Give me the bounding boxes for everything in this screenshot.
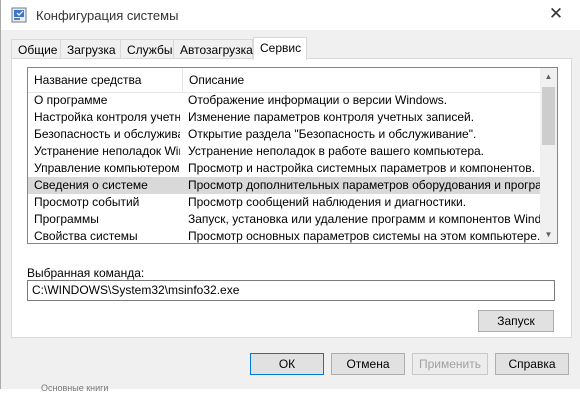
tab-tools[interactable]: Сервис <box>253 37 307 60</box>
tool-description: Устранение неполадок в работе вашего ком… <box>188 144 485 158</box>
column-header-description[interactable]: Описание <box>183 68 540 92</box>
list-item[interactable]: Управление компьютером Просмотр и настро… <box>28 160 540 177</box>
tab-services[interactable]: Службы <box>120 39 174 59</box>
tools-list[interactable]: Название средства Описание О программе О… <box>27 67 558 244</box>
system-configuration-window: Конфигурация системы ✕ Общие Загрузка Сл… <box>0 0 580 393</box>
list-header: Название средства Описание <box>28 68 540 93</box>
window-title: Конфигурация системы <box>36 8 179 23</box>
help-button[interactable]: Справка <box>495 353 569 375</box>
title-bar: Конфигурация системы ✕ <box>1 0 580 30</box>
vertical-scrollbar[interactable]: ▲ ▼ <box>540 68 557 243</box>
tool-description: Просмотр и настройка системных параметро… <box>188 161 535 175</box>
close-icon[interactable]: ✕ <box>545 3 567 25</box>
tool-name: Безопасность и обслуживание <box>34 127 180 141</box>
tool-description: Просмотр основных параметров системы на … <box>188 229 540 243</box>
tool-name: Устранение неполадок Windows <box>34 144 180 158</box>
background-window-text: Основные книги <box>41 383 109 393</box>
tool-description: Отображение информации о версии Windows. <box>188 93 448 107</box>
tool-name: Свойства системы <box>34 229 138 243</box>
scroll-down-arrow-icon[interactable]: ▼ <box>540 226 557 243</box>
tool-name: О программе <box>34 93 108 107</box>
tool-description: Просмотр сообщений наблюдения и диагност… <box>188 195 467 209</box>
tool-name: Настройка контроля учетных записей <box>34 110 180 124</box>
tool-description: Изменение параметров контроля учетных за… <box>188 110 475 124</box>
list-item[interactable]: Настройка контроля учетных записей Измен… <box>28 109 540 126</box>
tab-general[interactable]: Общие <box>11 39 61 59</box>
selected-command-label: Выбранная команда: <box>27 266 145 280</box>
tab-boot[interactable]: Загрузка <box>60 39 121 59</box>
tool-name: Управление компьютером <box>34 161 180 175</box>
tool-name: Программы <box>34 212 99 226</box>
tool-description: Открытие раздела "Безопасность и обслужи… <box>188 127 477 141</box>
list-item[interactable]: Просмотр событий Просмотр сообщений набл… <box>28 194 540 211</box>
tab-strip: Общие Загрузка Службы Автозагрузка Серви… <box>11 37 571 60</box>
selected-command-field[interactable]: C:\WINDOWS\System32\msinfo32.exe <box>27 280 555 301</box>
list-item[interactable]: О программе Отображение информации о вер… <box>28 92 540 109</box>
scroll-up-arrow-icon[interactable]: ▲ <box>540 68 557 85</box>
list-item[interactable]: Безопасность и обслуживание Открытие раз… <box>28 126 540 143</box>
scrollbar-thumb[interactable] <box>542 87 555 145</box>
tool-name: Просмотр событий <box>34 195 140 209</box>
tool-name: Сведения о системе <box>34 178 148 192</box>
list-item[interactable]: Устранение неполадок Windows Устранение … <box>28 143 540 160</box>
ok-button[interactable]: ОК <box>250 353 324 375</box>
tool-description: Просмотр дополнительных параметров обору… <box>188 178 540 192</box>
tool-description: Запуск, установка или удаление программ … <box>188 212 540 226</box>
apply-button[interactable]: Применить <box>412 353 488 375</box>
cancel-button[interactable]: Отмена <box>331 353 405 375</box>
tab-startup[interactable]: Автозагрузка <box>173 39 253 59</box>
msconfig-app-icon <box>11 7 27 23</box>
list-item-selected[interactable]: Сведения о системе Просмотр дополнительн… <box>28 177 540 194</box>
list-item[interactable]: Программы Запуск, установка или удаление… <box>28 211 540 228</box>
column-header-tool-name[interactable]: Название средства <box>28 68 183 92</box>
list-rows: О программе Отображение информации о вер… <box>28 92 540 243</box>
list-item[interactable]: Свойства системы Просмотр основных парам… <box>28 228 540 243</box>
launch-button[interactable]: Запуск <box>478 310 554 332</box>
tools-tab-panel: Название средства Описание О программе О… <box>11 58 572 338</box>
